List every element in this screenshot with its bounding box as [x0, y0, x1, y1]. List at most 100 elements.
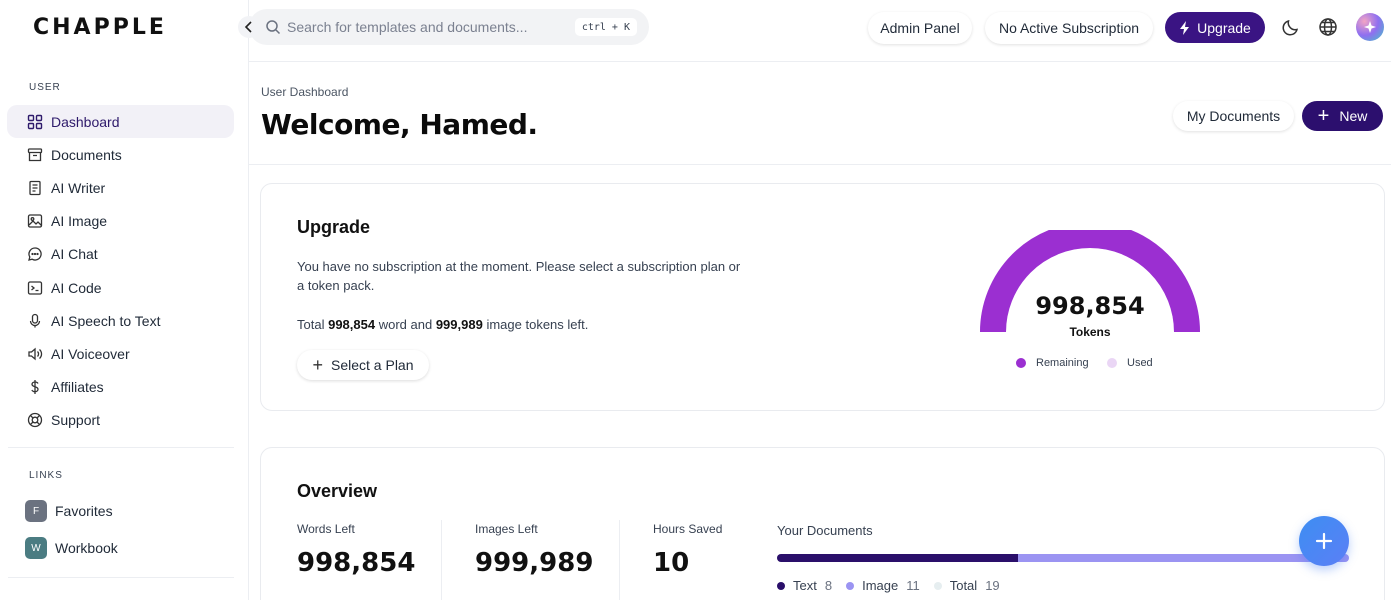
tokens-suffix: image tokens left.: [486, 317, 589, 332]
upgrade-card-title: Upgrade: [297, 217, 371, 237]
legend-total-count: 19: [985, 578, 1000, 593]
gauge-value: 998,854: [1035, 292, 1145, 320]
sidebar-item-dashboard[interactable]: Dashboard: [7, 105, 234, 139]
documents-legend: Text 8 Image 11 Total 19: [777, 578, 1014, 593]
upgrade-card: Upgrade You have no subscription at the …: [260, 183, 1385, 411]
user-section-label: USER: [29, 82, 61, 93]
sidebar-divider: [8, 577, 234, 578]
user-avatar[interactable]: [1356, 13, 1384, 41]
sidebar-nav: Dashboard Documents AI Writer AI Image A…: [7, 105, 234, 437]
tokens-prefix: Total: [297, 317, 325, 332]
grid-icon: [27, 114, 43, 130]
legend-text-count: 8: [824, 578, 833, 593]
page-title: Welcome, Hamed.: [261, 108, 538, 141]
favorites-badge: F: [25, 500, 47, 522]
legend-image[interactable]: Image 11: [846, 578, 920, 593]
sidebar-item-affiliates[interactable]: Affiliates: [7, 371, 234, 404]
legend-used-label: Used: [1127, 357, 1153, 369]
image-tokens-value: 999,989: [435, 317, 483, 332]
legend-text-label: Text: [793, 578, 817, 593]
sidebar-item-ai-voiceover[interactable]: AI Voiceover: [7, 337, 234, 370]
link-workbook[interactable]: W Workbook: [25, 537, 118, 559]
stat-divider: [441, 520, 442, 600]
sidebar: CHAPPLE USER Dashboard Documents AI Writ…: [0, 0, 249, 600]
topbar-divider: [249, 61, 1391, 62]
sidebar-collapse-button[interactable]: [238, 16, 260, 38]
search-bar[interactable]: ctrl + K: [249, 9, 649, 45]
archive-icon: [27, 147, 43, 163]
breadcrumb[interactable]: User Dashboard: [261, 85, 348, 99]
overview-card: Overview Words Left 998,854 Images Left …: [260, 447, 1385, 600]
moon-icon[interactable]: [1281, 17, 1301, 37]
sidebar-item-ai-image[interactable]: AI Image: [7, 205, 234, 238]
documents-bar-text-segment: [777, 554, 1018, 562]
sidebar-item-label: AI Image: [51, 213, 108, 230]
overview-title: Overview: [297, 481, 378, 501]
workbook-badge: W: [25, 537, 47, 559]
legend-total[interactable]: Total 19: [933, 578, 1000, 593]
sidebar-item-ai-speech-to-text[interactable]: AI Speech to Text: [7, 304, 234, 337]
search-icon: [266, 20, 281, 35]
link-label: Workbook: [55, 540, 118, 556]
upgrade-button[interactable]: Upgrade: [1165, 12, 1265, 43]
subscription-button[interactable]: No Active Subscription: [985, 12, 1153, 44]
globe-icon[interactable]: [1318, 17, 1338, 37]
lifebuoy-icon: [27, 412, 43, 428]
select-plan-button[interactable]: + Select a Plan: [297, 350, 429, 380]
sidebar-divider: [8, 447, 234, 448]
chevron-left-icon: [244, 21, 252, 33]
sidebar-item-label: AI Code: [51, 279, 102, 296]
link-favorites[interactable]: F Favorites: [25, 500, 113, 522]
terminal-icon: [27, 280, 43, 296]
stat-words-value: 998,854: [297, 548, 416, 578]
app-logo[interactable]: CHAPPLE: [33, 15, 167, 40]
legend-image-count: 11: [906, 578, 920, 593]
speaker-icon: [27, 346, 43, 362]
sidebar-item-label: Support: [51, 412, 101, 429]
header-divider: [249, 164, 1391, 165]
documents-bar: [777, 554, 1349, 562]
gauge-label: Tokens: [1069, 325, 1111, 339]
sidebar-item-label: Dashboard: [51, 113, 120, 130]
plus-icon: +: [1317, 105, 1330, 127]
sidebar-item-ai-writer[interactable]: AI Writer: [7, 171, 234, 204]
sidebar-item-label: Affiliates: [51, 379, 104, 396]
legend-remaining[interactable]: Remaining: [1016, 357, 1089, 369]
sparkle-icon: [1364, 21, 1376, 33]
search-shortcut: ctrl + K: [574, 18, 637, 36]
sidebar-item-label: AI Chat: [51, 246, 98, 263]
legend-remaining-label: Remaining: [1036, 357, 1089, 369]
sidebar-item-label: AI Writer: [51, 179, 106, 196]
stat-hours-label: Hours Saved: [653, 522, 723, 536]
sidebar-item-support[interactable]: Support: [7, 404, 234, 437]
new-button[interactable]: + New: [1302, 101, 1383, 131]
legend-total-label: Total: [949, 578, 978, 593]
admin-panel-button[interactable]: Admin Panel: [868, 12, 972, 44]
tokens-summary: Total 998,854 word and 999,989 image tok…: [297, 315, 588, 334]
my-documents-button[interactable]: My Documents: [1173, 101, 1294, 131]
legend-used[interactable]: Used: [1107, 357, 1153, 369]
search-input[interactable]: [287, 17, 567, 37]
your-documents-title: Your Documents: [777, 523, 873, 538]
link-label: Favorites: [55, 503, 113, 519]
sidebar-item-ai-chat[interactable]: AI Chat: [7, 238, 234, 271]
chat-icon: [27, 246, 43, 262]
stat-images-label: Images Left: [475, 522, 538, 536]
links-section-label: LINKS: [29, 470, 63, 481]
image-dot: [846, 581, 855, 590]
documents-bar-image-segment: [1017, 554, 1349, 562]
legend-text[interactable]: Text 8: [777, 578, 832, 593]
stat-words-label: Words Left: [297, 522, 355, 536]
plus-icon: [1315, 532, 1333, 550]
upgrade-message: You have no subscription at the moment. …: [297, 259, 741, 293]
lightning-icon: [1180, 20, 1190, 35]
floating-add-button[interactable]: [1299, 516, 1349, 566]
sidebar-item-ai-code[interactable]: AI Code: [7, 271, 234, 304]
used-dot: [1107, 358, 1117, 368]
microphone-icon: [27, 313, 43, 329]
stat-divider: [619, 520, 620, 600]
word-tokens-value: 998,854: [328, 317, 376, 332]
remaining-dot: [1016, 358, 1026, 368]
sidebar-item-documents[interactable]: Documents: [7, 138, 234, 171]
document-icon: [27, 180, 43, 196]
